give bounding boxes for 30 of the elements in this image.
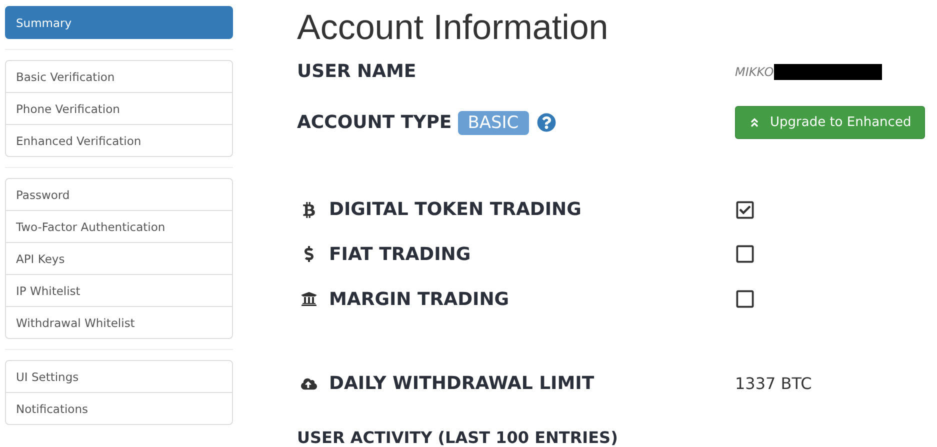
- bitcoin-icon: [301, 202, 317, 218]
- withdrawal-limit-value: 1337 BTC: [735, 374, 812, 394]
- user-name-value: MIKKO: [735, 64, 774, 79]
- sidebar-item[interactable]: Password: [5, 178, 233, 211]
- bank-icon: [301, 291, 317, 308]
- cloud-upload-icon: [301, 376, 317, 392]
- sidebar-item[interactable]: Basic Verification: [5, 60, 233, 93]
- sidebar-item[interactable]: Enhanced Verification: [5, 124, 233, 157]
- permission-label: FIAT TRADING: [329, 244, 471, 265]
- sidebar-item[interactable]: Phone Verification: [5, 92, 233, 125]
- permission-label: DIGITAL TOKEN TRADING: [329, 199, 582, 220]
- sidebar-item[interactable]: IP Whitelist: [5, 274, 233, 307]
- permission-label: MARGIN TRADING: [329, 288, 510, 310]
- page-title: Account Information: [297, 8, 610, 48]
- field-label: ACCOUNT TYPE: [297, 112, 452, 134]
- sidebar-item[interactable]: UI Settings: [5, 360, 233, 393]
- sidebar-item[interactable]: Two-Factor Authentication: [5, 210, 233, 243]
- checkbox[interactable]: [735, 200, 755, 220]
- checkbox[interactable]: [735, 289, 755, 310]
- help-icon[interactable]: [536, 113, 556, 132]
- account-type-badge: BASIC: [458, 110, 529, 135]
- chevrons-up-icon: [749, 117, 760, 128]
- checkbox[interactable]: [735, 244, 755, 264]
- section-heading: USER ACTIVITY (LAST 100 ENTRIES): [297, 428, 619, 447]
- sidebar-item[interactable]: API Keys: [5, 242, 233, 275]
- sidebar-item[interactable]: Summary: [5, 6, 233, 39]
- sidebar-item[interactable]: Notifications: [5, 392, 233, 425]
- sidebar-item[interactable]: Withdrawal Whitelist: [5, 306, 233, 339]
- field-label: DAILY WITHDRAWAL LIMIT: [329, 373, 594, 394]
- field-label: USER NAME: [297, 61, 416, 82]
